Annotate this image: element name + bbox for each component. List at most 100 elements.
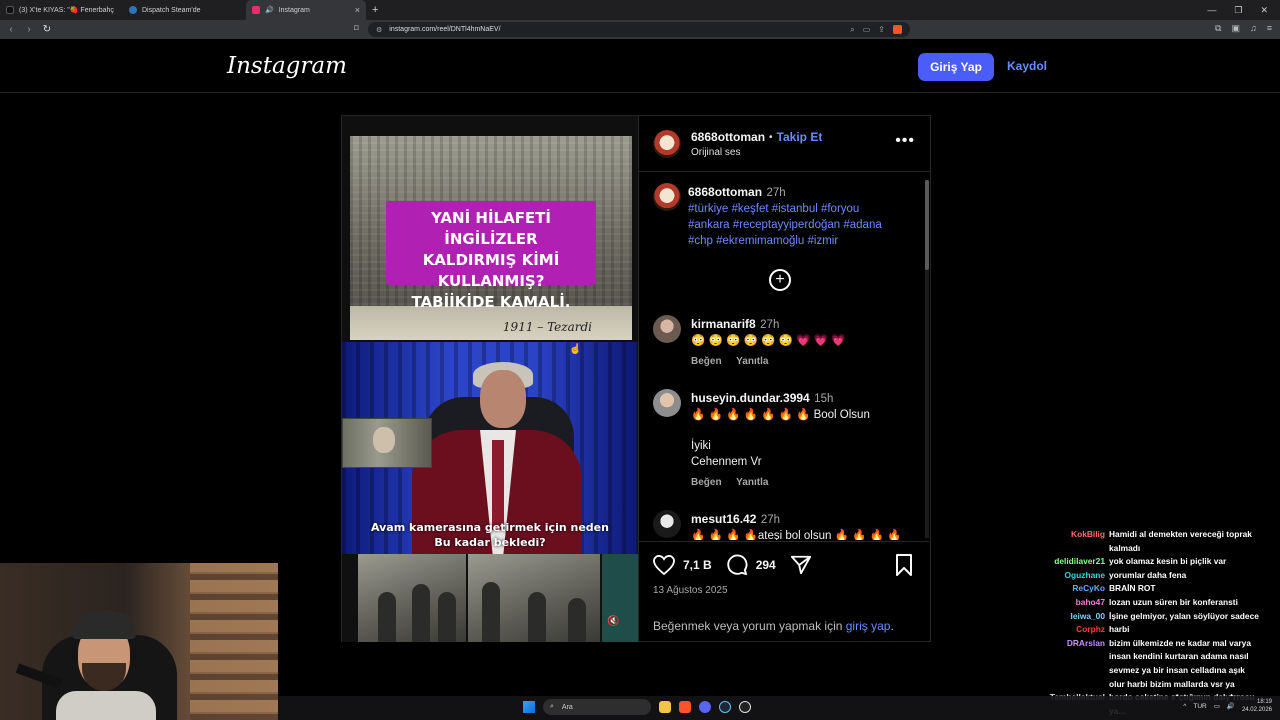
taskbar-search[interactable]: ⌕ Ara <box>543 699 651 715</box>
hashtags[interactable]: #türkiye #keşfet #istanbul #foryou #anka… <box>688 201 913 249</box>
chat-message: baho47 lozan uzun süren bir konferansti <box>1035 596 1280 610</box>
comment-username[interactable]: huseyin.dundar.3994 <box>691 391 810 405</box>
comment-username[interactable]: kirmanarif8 <box>691 317 756 331</box>
media-icon[interactable]: ♫ <box>1250 23 1257 34</box>
caption-username[interactable]: 6868ottoman <box>688 185 762 199</box>
author-username[interactable]: 6868ottoman <box>691 130 765 144</box>
post-actions: 7,1 B 294 13 Ağustos 2025 Beğenmek veya … <box>639 541 929 641</box>
site-info-icon[interactable]: ⚙ <box>376 26 382 34</box>
clock[interactable]: 18:19 24.02.2026 <box>1242 698 1272 714</box>
comments-scrollbar[interactable] <box>925 180 929 538</box>
chat-text: sevmez ya bir insan celladına aşık <box>1109 664 1245 675</box>
steam-icon[interactable] <box>719 701 731 713</box>
zoom-icon[interactable]: ⌕ <box>850 25 854 35</box>
chat-text: Hamidi al demekten vereceği toprak <box>1109 529 1252 539</box>
chat-username: leiwa_00 <box>1070 610 1105 621</box>
tab-steam[interactable]: Dispatch Steam'de <box>123 0 246 20</box>
post-header: 6868ottoman • Takip Et Orijinal ses ••• <box>639 116 931 172</box>
avatar[interactable] <box>653 510 681 538</box>
brave-icon[interactable] <box>679 701 691 713</box>
chat-message: leiwa_00 İşine gelmiyor, yalan söylüyor s… <box>1035 610 1280 624</box>
historical-photo: 1911 – Tezardi YANİ HİLAFETİ İNGİLİZLER … <box>350 136 632 340</box>
tab-close-icon[interactable]: × <box>355 5 360 15</box>
avatar[interactable] <box>653 183 681 211</box>
windows-start-icon[interactable] <box>523 701 535 713</box>
likes-count[interactable]: 7,1 B <box>683 558 712 572</box>
comment-time: 15h <box>814 393 834 405</box>
login-prompt: Beğenmek veya yorum yapmak için giriş ya… <box>653 619 894 633</box>
chat-username <box>1035 650 1105 664</box>
forward-icon[interactable]: › <box>24 24 34 35</box>
tab-instagram[interactable]: 🔊 Instagram × <box>246 0 366 20</box>
tab-x[interactable]: (3) X'te KIYAS: "🍓 Fenerbahçe'de sü <box>0 0 123 20</box>
like-comment-button[interactable]: Beğen <box>691 356 722 367</box>
chat-text: bizim ülkemizde ne kadar mal varya <box>1109 637 1251 648</box>
chat-username: KokBilig <box>1071 529 1105 539</box>
instagram-logo[interactable]: Instagram <box>227 53 347 79</box>
tab-label: (3) X'te KIYAS: "🍓 Fenerbahçe'de sü <box>19 7 114 14</box>
comment: huseyin.dundar.3994 15h 🔥 🔥 🔥 🔥 🔥 🔥 🔥 Bo… <box>639 389 919 499</box>
network-icon[interactable]: ▭ <box>1214 702 1220 710</box>
chat-username: ReCyKo <box>1072 583 1105 594</box>
comments-count[interactable]: 294 <box>756 558 776 572</box>
cast-icon[interactable]: ▭ <box>863 25 871 35</box>
instagram-header: Instagram Giriş Yap Kaydol <box>0 39 1280 93</box>
heart-icon[interactable] <box>653 555 675 575</box>
language-indicator[interactable]: TUR <box>1193 703 1206 710</box>
tray-expand-icon[interactable]: ^ <box>1183 703 1186 710</box>
new-tab-button[interactable]: + <box>366 4 384 16</box>
comment: mesut16.42 27h 🔥 🔥 🔥 🔥ateşi bol olsun 🔥 … <box>639 510 919 540</box>
audio-label[interactable]: Orijinal ses <box>691 147 740 158</box>
reply-button[interactable]: Yanıtla <box>736 356 768 367</box>
menu-icon[interactable]: ≡ <box>1267 23 1272 34</box>
login-link[interactable]: giriş yap <box>846 619 891 633</box>
more-options-icon[interactable]: ••• <box>895 132 915 150</box>
reload-icon[interactable]: ↻ <box>42 24 52 35</box>
address-bar[interactable]: ⚙ instagram.com/reel/DNTl4hmNaEV/ ⌕ ▭ ⇪ <box>368 22 910 37</box>
back-icon[interactable]: ‹ <box>6 24 16 35</box>
chat-text: harbi <box>1109 624 1130 635</box>
share-icon[interactable]: ⇪ <box>878 25 885 35</box>
video-overlay-text: YANİ HİLAFETİ İNGİLİZLER KALDIRMIŞ KİMİ … <box>386 201 596 311</box>
file-explorer-icon[interactable] <box>659 701 671 713</box>
browser-toolbar: ‹ › ↻ ⌑ ⚙ instagram.com/reel/DNTl4hmNaEV… <box>0 20 1280 39</box>
sidebar-icon[interactable]: ▣ <box>1231 23 1240 34</box>
chat-message: Corphz harbi <box>1035 623 1280 637</box>
chat-text: yorumlar daha fena <box>1109 569 1187 580</box>
chat-text: lozan uzun süren bir konferansti <box>1109 596 1238 607</box>
chat-username: baho47 <box>1075 596 1105 607</box>
avatar[interactable] <box>653 130 681 158</box>
obs-icon[interactable] <box>739 701 751 713</box>
interview-scene: Avam kamerasına getirmek için neden Bu k… <box>342 342 638 554</box>
webcam-overlay <box>0 563 278 720</box>
share-icon[interactable] <box>790 554 812 576</box>
discord-icon[interactable] <box>699 701 711 713</box>
close-window-icon[interactable]: ✕ <box>1260 5 1268 16</box>
avatar[interactable] <box>653 315 681 343</box>
avatar[interactable] <box>653 389 681 417</box>
reel-video[interactable]: 1911 – Tezardi YANİ HİLAFETİ İNGİLİZLER … <box>342 116 638 642</box>
reply-button[interactable]: Yanıtla <box>736 477 768 488</box>
volume-icon[interactable]: 🔊 <box>1227 702 1235 710</box>
restore-icon[interactable]: ❐ <box>1234 5 1242 16</box>
signup-link[interactable]: Kaydol <box>1007 59 1047 73</box>
comment-username[interactable]: mesut16.42 <box>691 512 756 526</box>
comments-list[interactable]: 6868ottoman 27h #türkiye #keşfet #istanb… <box>639 173 929 540</box>
extensions-icon[interactable]: ⧉ <box>1215 23 1221 34</box>
chat-message: olur harbi bizim mallarda vsr ya <box>1035 678 1280 692</box>
minimize-icon[interactable]: — <box>1207 5 1216 16</box>
load-more-comments-icon[interactable]: + <box>769 269 791 291</box>
bookmark-icon[interactable] <box>895 554 913 576</box>
speaker-muted-icon[interactable]: 🔇 <box>607 616 619 627</box>
chat-message: ReCyKo BRAİN ROT <box>1035 582 1280 596</box>
brave-shields-icon[interactable] <box>893 24 902 34</box>
archive-photos: 🔇 <box>342 554 638 642</box>
follow-button[interactable]: Takip Et <box>777 130 823 144</box>
chat-text: olur harbi bizim mallarda vsr ya <box>1109 678 1235 689</box>
post-date: 13 Ağustos 2025 <box>653 585 728 596</box>
bookmark-page-icon[interactable]: ⌑ <box>354 23 359 34</box>
like-comment-button[interactable]: Beğen <box>691 477 722 488</box>
comment-icon[interactable] <box>726 554 748 576</box>
login-button[interactable]: Giriş Yap <box>918 53 994 81</box>
x-logo-icon <box>6 6 14 14</box>
